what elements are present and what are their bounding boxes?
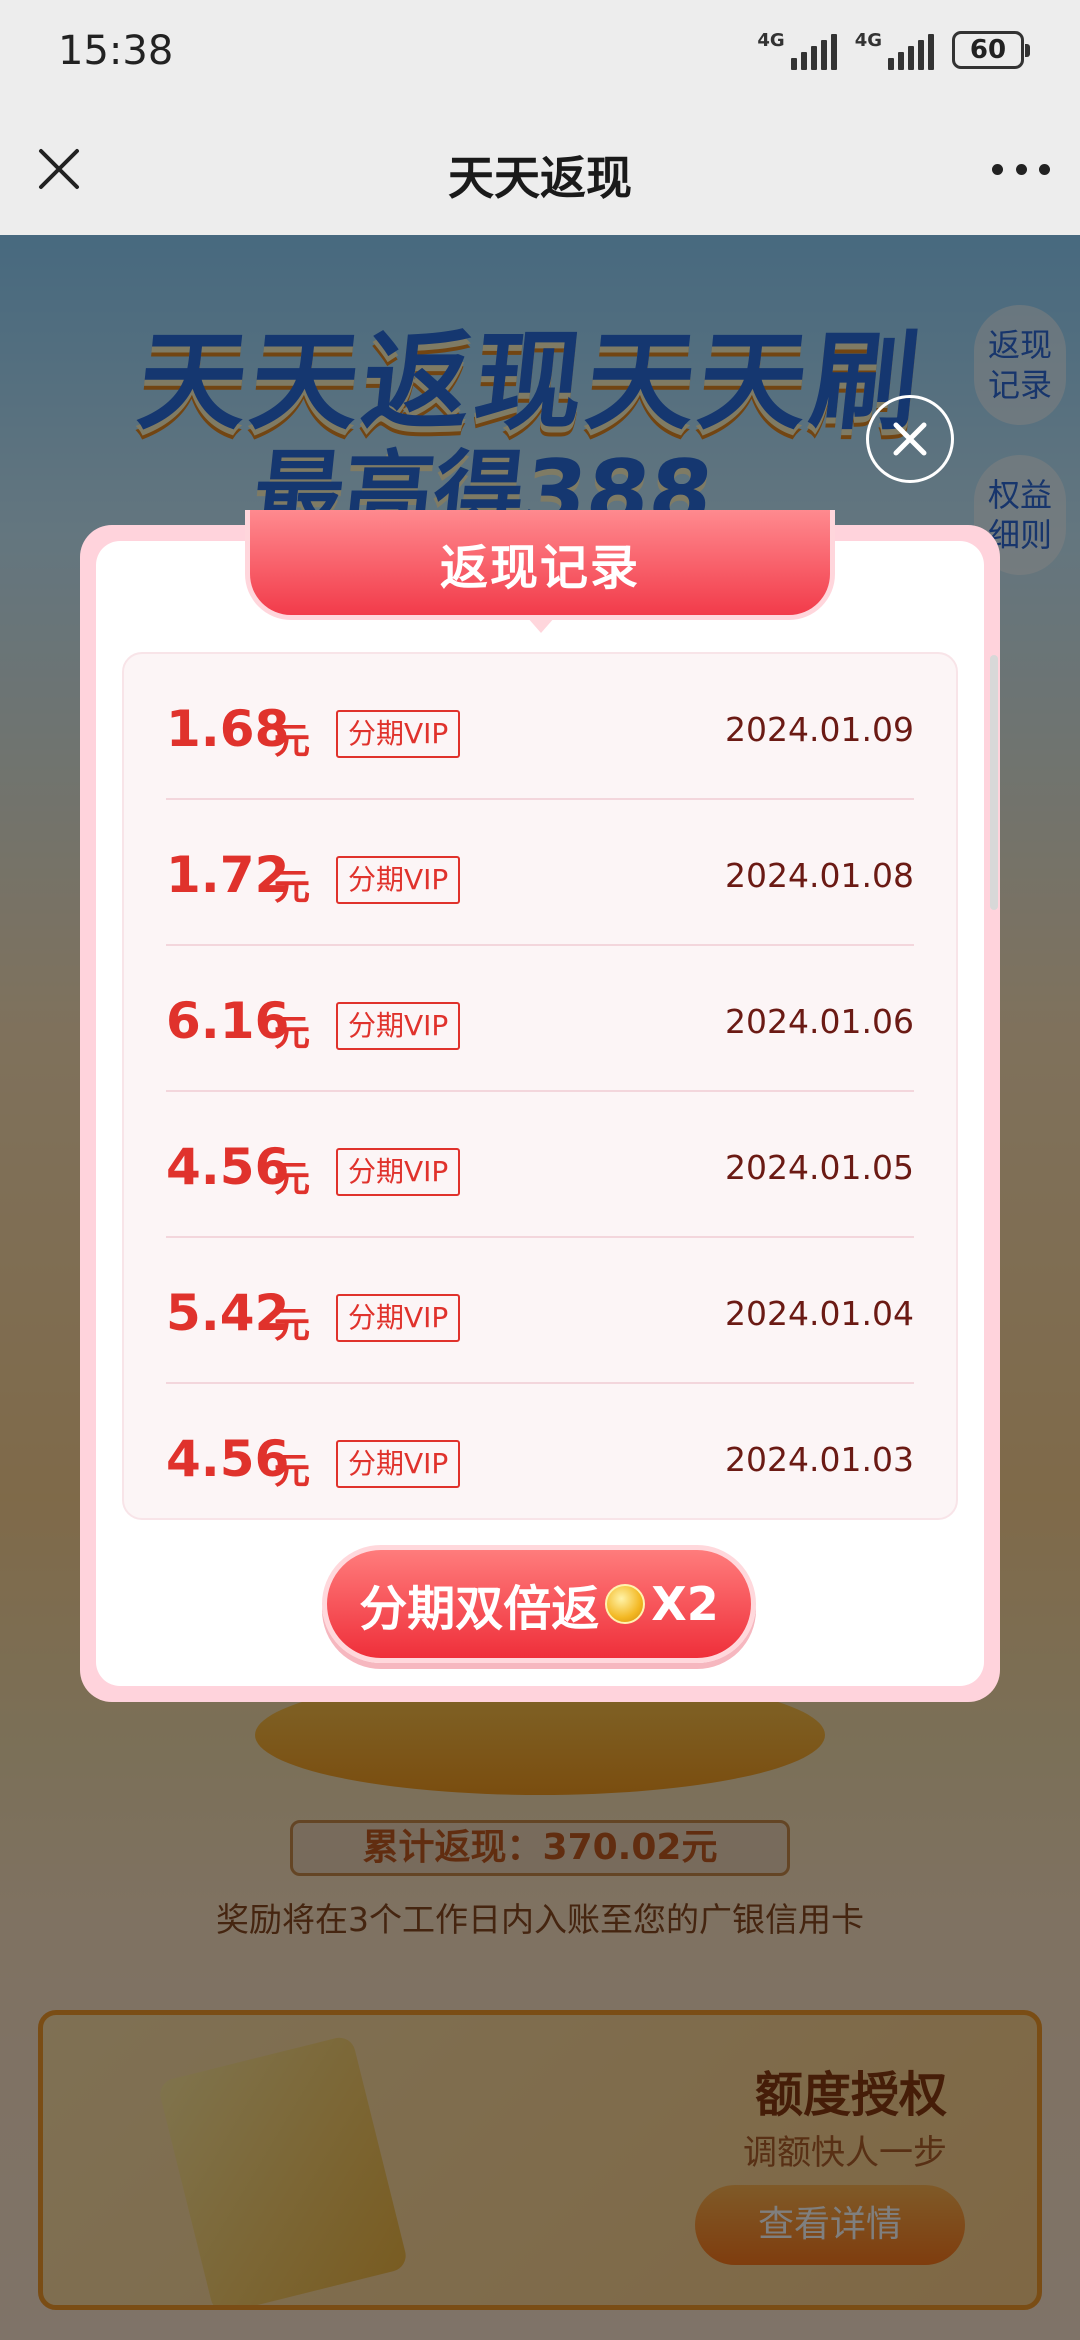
- record-row: 1.68 元 分期VIP 2024.01.09: [166, 654, 914, 800]
- record-tag: 分期VIP: [336, 1440, 461, 1488]
- record-date: 2024.01.04: [725, 1294, 914, 1333]
- record-amount: 5.42: [166, 1284, 290, 1342]
- signal-icon: 4G: [855, 30, 934, 70]
- record-row: 4.56 元 分期VIP 2024.01.03: [166, 1384, 914, 1530]
- signal-icon: 4G: [757, 30, 837, 70]
- record-unit: 元: [274, 867, 311, 908]
- record-row: 1.72 元 分期VIP 2024.01.08: [166, 800, 914, 946]
- status-icons: 4G 4G 60: [757, 30, 1030, 70]
- network-label: 4G: [757, 30, 785, 51]
- record-amount: 4.56: [166, 1430, 290, 1488]
- record-row: 5.42 元 分期VIP 2024.01.04: [166, 1238, 914, 1384]
- record-row: 4.56 元 分期VIP 2024.01.05: [166, 1092, 914, 1238]
- record-tag: 分期VIP: [336, 710, 461, 758]
- status-time: 15:38: [58, 28, 174, 74]
- record-date: 2024.01.08: [725, 856, 914, 895]
- modal-title: 返现记录: [439, 540, 640, 596]
- record-date: 2024.01.05: [725, 1148, 914, 1187]
- record-list[interactable]: 1.68 元 分期VIP 2024.01.09 1.72 元 分期VIP 202…: [122, 652, 958, 1520]
- record-tag: 分期VIP: [336, 856, 461, 904]
- status-bar: 15:38 4G 4G 60: [0, 0, 1080, 108]
- record-unit: 元: [274, 1013, 311, 1054]
- record-tag: 分期VIP: [336, 1294, 461, 1342]
- nav-bar: 天天返现: [0, 108, 1080, 235]
- double-cashback-button[interactable]: 分期双倍返 X2: [322, 1545, 756, 1663]
- page-title: 天天返现: [448, 151, 632, 205]
- cta-label: 分期双倍返: [359, 1581, 600, 1637]
- more-icon[interactable]: [986, 138, 1056, 200]
- record-date: 2024.01.09: [725, 710, 914, 749]
- record-unit: 元: [274, 1451, 311, 1492]
- close-icon[interactable]: [866, 395, 954, 483]
- record-amount: 6.16: [166, 992, 290, 1050]
- battery-level: 60: [969, 35, 1007, 65]
- record-row: 6.16 元 分期VIP 2024.01.06: [166, 946, 914, 1092]
- record-amount: 1.72: [166, 846, 290, 904]
- list-scrollbar[interactable]: [990, 655, 998, 910]
- record-unit: 元: [274, 1305, 311, 1346]
- battery-icon: 60: [952, 31, 1030, 69]
- record-tag: 分期VIP: [336, 1002, 461, 1050]
- cta-multiplier: X2: [651, 1577, 719, 1631]
- coin-icon: [605, 1584, 646, 1624]
- record-date: 2024.01.03: [725, 1440, 914, 1479]
- record-date: 2024.01.06: [725, 1002, 914, 1041]
- record-amount: 1.68: [166, 700, 290, 758]
- record-unit: 元: [274, 1159, 311, 1200]
- record-tag: 分期VIP: [336, 1148, 461, 1196]
- modal-title-ribbon: 返现记录: [245, 510, 835, 633]
- record-unit: 元: [274, 721, 311, 762]
- network-label: 4G: [854, 30, 882, 51]
- record-amount: 4.56: [166, 1138, 290, 1196]
